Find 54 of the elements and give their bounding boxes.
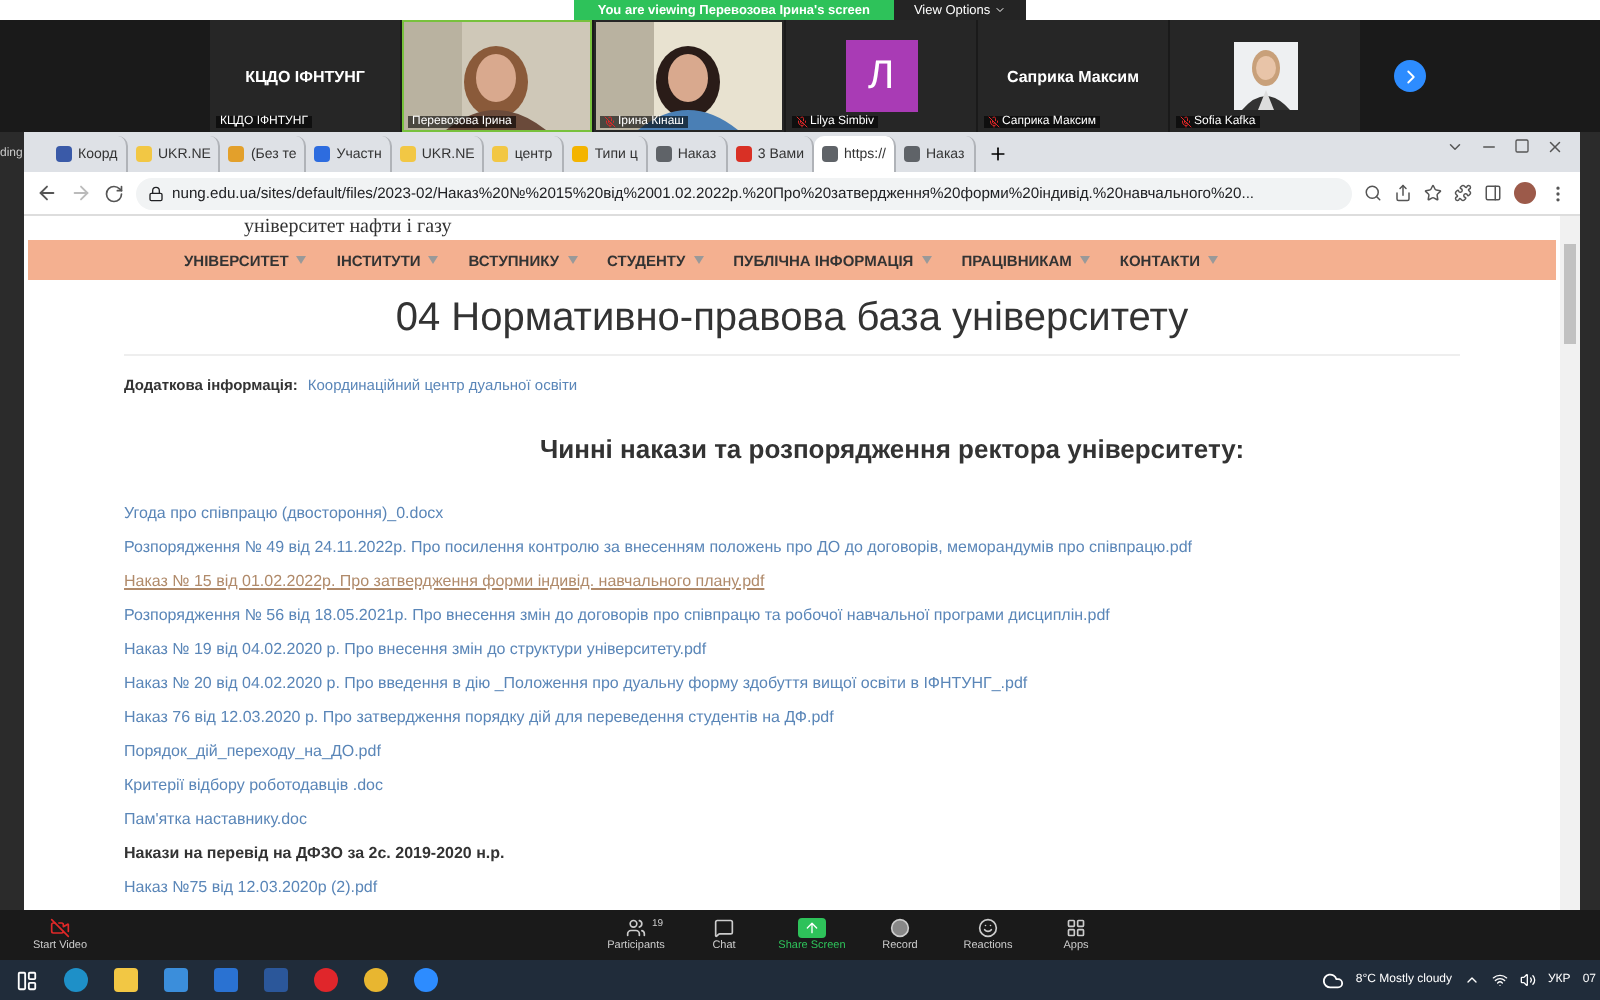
document-link[interactable]: Порядок_дій_переходу_на_ДО.pdf bbox=[124, 742, 381, 760]
search-icon[interactable] bbox=[1364, 184, 1382, 202]
caret-icon bbox=[1079, 256, 1090, 264]
new-tab-icon[interactable] bbox=[988, 144, 1008, 164]
weather-icon bbox=[1321, 969, 1344, 991]
share-icon[interactable] bbox=[1394, 184, 1412, 202]
smiley-icon bbox=[978, 918, 998, 938]
document-link[interactable]: Розпорядження № 56 від 18.05.2021р. Про внесення змін до договорів про співпрацю та робочої навчальної програми дисциплін.pdf bbox=[124, 606, 1110, 624]
document-link[interactable]: Пам'ятка наставнику.doc bbox=[124, 810, 308, 828]
task-view-icon[interactable] bbox=[16, 969, 38, 991]
caret-icon bbox=[693, 256, 704, 264]
caret-icon bbox=[921, 256, 932, 264]
star-icon[interactable] bbox=[1424, 184, 1442, 202]
muted-mic-icon bbox=[796, 116, 808, 128]
document-link[interactable]: Наказ № 19 від 04.02.2020 р. Про внесення змін до структури університету.pdf bbox=[124, 640, 707, 658]
avatar: Л bbox=[845, 40, 917, 112]
close-icon[interactable] bbox=[1546, 137, 1564, 155]
caret-icon bbox=[567, 256, 578, 264]
apps-icon bbox=[1066, 918, 1086, 938]
side-panel-icon[interactable] bbox=[1484, 184, 1502, 202]
page-title: 04 Нормативно-правова база університету bbox=[124, 296, 1460, 356]
site-name: університет нафти і газу bbox=[242, 216, 454, 240]
volume-icon[interactable] bbox=[1520, 972, 1536, 988]
subheading: Накази на перевід на ДФЗО за 2с. 2019-2020 н.р. bbox=[124, 844, 505, 862]
record-icon bbox=[890, 918, 910, 938]
video-off-icon bbox=[50, 918, 70, 938]
next-page-button[interactable] bbox=[1394, 60, 1426, 92]
document-link[interactable]: Наказ 76 від 12.03.2020 р. Про затвердження порядку дій для переведення студентів на ДФ.pdf bbox=[124, 708, 834, 726]
document-link[interactable]: Критерії відбору роботодавців .doc bbox=[124, 776, 384, 794]
muted-mic-icon bbox=[1180, 116, 1192, 128]
chevron-icon bbox=[994, 4, 1007, 16]
section-heading: Чинні накази та розпорядження ректора університету: bbox=[537, 434, 1247, 464]
caret-icon bbox=[428, 256, 439, 264]
muted-mic-icon bbox=[604, 116, 616, 128]
document-link[interactable]: Розпорядження № 49 від 24.11.2022р. Про посилення контролю за внесенням положень про ДО до договорів, меморандумів про співпрацю.pdf bbox=[124, 538, 1193, 556]
profile-avatar[interactable] bbox=[1514, 182, 1536, 204]
maximize-icon[interactable] bbox=[1514, 138, 1530, 154]
back-icon[interactable] bbox=[36, 182, 58, 204]
lock-icon bbox=[148, 185, 164, 201]
people-icon bbox=[626, 918, 646, 938]
participant-name: КЦДО ІФНТУНГ bbox=[245, 67, 365, 85]
chat-icon bbox=[714, 918, 734, 938]
extensions-icon[interactable] bbox=[1454, 184, 1472, 202]
participant-name: Саприка Максим bbox=[1006, 67, 1140, 85]
document-link[interactable]: Наказ № 20 від 04.02.2020 р. Про введення в дію _Положення про дуальну форму здобуття вищої освіти в ІФНТУНГ_.pdf bbox=[124, 674, 1028, 692]
document-link[interactable]: Угода про співпрацю (двостороння)_0.docx bbox=[124, 504, 444, 522]
document-link[interactable]: Наказ №75 від 12.03.2020р (2).pdf bbox=[124, 878, 378, 896]
caret-icon bbox=[296, 256, 307, 264]
tray-icon[interactable] bbox=[1464, 972, 1480, 988]
reload-icon[interactable] bbox=[104, 183, 124, 203]
muted-mic-icon bbox=[988, 116, 1000, 128]
caret-icon bbox=[1207, 256, 1218, 264]
network-icon[interactable] bbox=[1492, 972, 1508, 988]
share-screen-icon bbox=[798, 918, 826, 938]
